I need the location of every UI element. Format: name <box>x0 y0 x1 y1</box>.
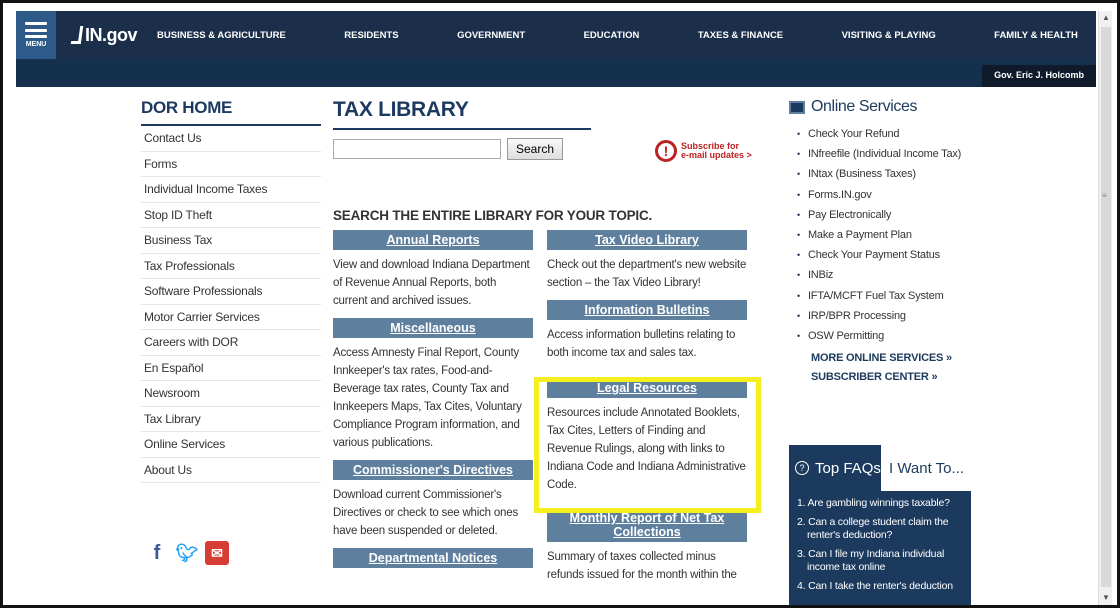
faq-box: ? Top FAQs I Want To... 1. Are gambling w… <box>789 445 971 605</box>
service-irp[interactable]: IRP/BPR Processing <box>797 306 979 326</box>
browser-frame: MENU IN.gov BUSINESS & AGRICULTURE RESID… <box>0 0 1120 608</box>
sidebar-item-newsroom[interactable]: Newsroom <box>141 381 321 407</box>
category-commissioners-directives[interactable]: Commissioner's Directives <box>333 460 533 480</box>
service-intax[interactable]: INtax (Business Taxes) <box>797 164 979 184</box>
services-list: Check Your Refund INfreefile (Individual… <box>789 124 979 346</box>
sidebar-item-motor-carrier[interactable]: Motor Carrier Services <box>141 305 321 330</box>
scrollbar[interactable]: ▲ ≡ ▼ <box>1098 11 1112 605</box>
sidebar-item-about[interactable]: About Us <box>141 458 321 483</box>
sidebar-item-contact[interactable]: Contact Us <box>141 126 321 152</box>
service-check-refund[interactable]: Check Your Refund <box>797 124 979 144</box>
twitter-icon[interactable]: 🐦︎ <box>175 541 199 565</box>
nav-item-government[interactable]: GOVERNMENT <box>457 30 525 41</box>
category-desc: Summary of taxes collected minus refunds… <box>547 551 737 581</box>
category-annual-reports[interactable]: Annual Reports <box>333 230 533 250</box>
sidebar-item-stop-id-theft[interactable]: Stop ID Theft <box>141 203 321 228</box>
service-forms[interactable]: Forms.IN.gov <box>797 185 979 205</box>
search-heading: SEARCH THE ENTIRE LIBRARY FOR YOUR TOPIC… <box>333 208 653 223</box>
faq-item[interactable]: 4. Can I take the renter's deduction <box>797 580 963 593</box>
category-monthly-report[interactable]: Monthly Report of Net Tax Collections <box>547 508 747 542</box>
faq-list: 1. Are gambling winnings taxable? 2. Can… <box>789 491 971 605</box>
subscribe-link[interactable]: ! Subscribe for e-mail updates > <box>655 140 752 162</box>
online-services-panel: Online Services Check Your Refund INfree… <box>789 98 979 384</box>
scroll-up-icon[interactable]: ▲ <box>1099 11 1113 25</box>
faq-item[interactable]: 3. Can I file my Indiana individual inco… <box>797 548 963 574</box>
nav-item-visiting[interactable]: VISITING & PLAYING <box>842 30 936 41</box>
top-navigation: MENU IN.gov BUSINESS & AGRICULTURE RESID… <box>16 11 1096 59</box>
category-desc: View and download Indiana Department of … <box>333 259 530 307</box>
category-desc: Access information bulletins relating to… <box>547 329 736 359</box>
subscribe-line2: e-mail updates > <box>681 150 752 160</box>
category-column-a: Annual Reports View and download Indiana… <box>333 230 533 568</box>
sidebar-item-espanol[interactable]: En Español <box>141 356 321 381</box>
category-tax-video-library[interactable]: Tax Video Library <box>547 230 747 250</box>
hamburger-icon <box>25 22 47 38</box>
sidebar-item-forms[interactable]: Forms <box>141 152 321 177</box>
service-payment-status[interactable]: Check Your Payment Status <box>797 245 979 265</box>
sidebar-item-online-services[interactable]: Online Services <box>141 432 321 458</box>
sub-bar: Gov. Eric J. Holcomb <box>16 59 1096 87</box>
category-miscellaneous[interactable]: Miscellaneous <box>333 318 533 338</box>
tab-i-want-to[interactable]: I Want To... <box>881 445 964 491</box>
sidebar-item-business-tax[interactable]: Business Tax <box>141 228 321 254</box>
facebook-icon[interactable]: f <box>145 541 169 565</box>
subscriber-center-link[interactable]: SUBSCRIBER CENTER » <box>811 370 979 384</box>
social-links: f 🐦︎ ✉ <box>145 541 229 565</box>
menu-button[interactable]: MENU <box>16 11 56 59</box>
menu-label: MENU <box>25 41 47 48</box>
sidebar-item-individual-income[interactable]: Individual Income Taxes <box>141 177 321 203</box>
governor-link[interactable]: Gov. Eric J. Holcomb <box>982 65 1096 87</box>
scroll-down-icon[interactable]: ▼ <box>1099 591 1113 605</box>
service-infreefile[interactable]: INfreefile (Individual Income Tax) <box>797 144 979 164</box>
question-icon: ? <box>795 461 809 475</box>
sidebar-title[interactable]: DOR HOME <box>141 98 321 126</box>
faq-item[interactable]: 1. Are gambling winnings taxable? <box>797 497 963 510</box>
sidebar-item-tax-library[interactable]: Tax Library <box>141 407 321 432</box>
category-information-bulletins[interactable]: Information Bulletins <box>547 300 747 320</box>
sidebar-item-tax-professionals[interactable]: Tax Professionals <box>141 254 321 279</box>
email-share-icon[interactable]: ✉ <box>205 541 229 565</box>
indiana-logo-icon <box>70 26 84 44</box>
online-services-label: Online Services <box>811 98 918 115</box>
nav-item-taxes[interactable]: TAXES & FINANCE <box>698 30 783 41</box>
monitor-icon <box>789 100 805 114</box>
nav-item-residents[interactable]: RESIDENTS <box>344 30 398 41</box>
service-pay[interactable]: Pay Electronically <box>797 205 979 225</box>
nav-items: BUSINESS & AGRICULTURE RESIDENTS GOVERNM… <box>157 30 1096 41</box>
service-inbiz[interactable]: INBiz <box>797 265 979 285</box>
dor-sidebar: DOR HOME Contact Us Forms Individual Inc… <box>141 98 321 483</box>
tax-library-main: TAX LIBRARY Search ! Subscribe for e-mail… <box>333 98 763 581</box>
alert-icon: ! <box>655 140 677 162</box>
ingov-logo[interactable]: IN.gov <box>70 24 138 46</box>
category-departmental-notices[interactable]: Departmental Notices <box>333 548 533 568</box>
category-desc: Access Amnesty Final Report, County Innk… <box>333 347 522 449</box>
grip-icon: ≡ <box>1102 191 1107 200</box>
sidebar-item-careers[interactable]: Careers with DOR <box>141 330 321 356</box>
nav-item-business[interactable]: BUSINESS & AGRICULTURE <box>157 30 286 41</box>
tab-top-faqs-label: Top FAQs <box>815 459 881 477</box>
search-row: Search <box>333 138 564 160</box>
search-input[interactable] <box>333 139 501 159</box>
category-desc: Download current Commissioner's Directiv… <box>333 489 518 537</box>
category-desc: Check out the department's new website s… <box>547 259 747 289</box>
service-payment-plan[interactable]: Make a Payment Plan <box>797 225 979 245</box>
nav-item-family[interactable]: FAMILY & HEALTH <box>994 30 1078 41</box>
sidebar-item-software-professionals[interactable]: Software Professionals <box>141 279 321 305</box>
page-title: TAX LIBRARY <box>333 98 591 130</box>
scroll-thumb[interactable] <box>1101 27 1111 587</box>
service-ifta[interactable]: IFTA/MCFT Fuel Tax System <box>797 286 979 306</box>
service-osw[interactable]: OSW Permitting <box>797 326 979 346</box>
highlight-box <box>534 377 761 513</box>
faq-tabs: ? Top FAQs I Want To... <box>789 445 971 491</box>
search-button[interactable]: Search <box>507 138 564 160</box>
more-online-services-link[interactable]: MORE ONLINE SERVICES » <box>811 346 979 370</box>
faq-item[interactable]: 2. Can a college student claim the rente… <box>797 516 963 542</box>
logo-text: IN.gov <box>85 24 138 45</box>
tab-top-faqs[interactable]: ? Top FAQs <box>789 445 881 491</box>
nav-item-education[interactable]: EDUCATION <box>584 30 640 41</box>
online-services-title: Online Services <box>789 98 979 116</box>
